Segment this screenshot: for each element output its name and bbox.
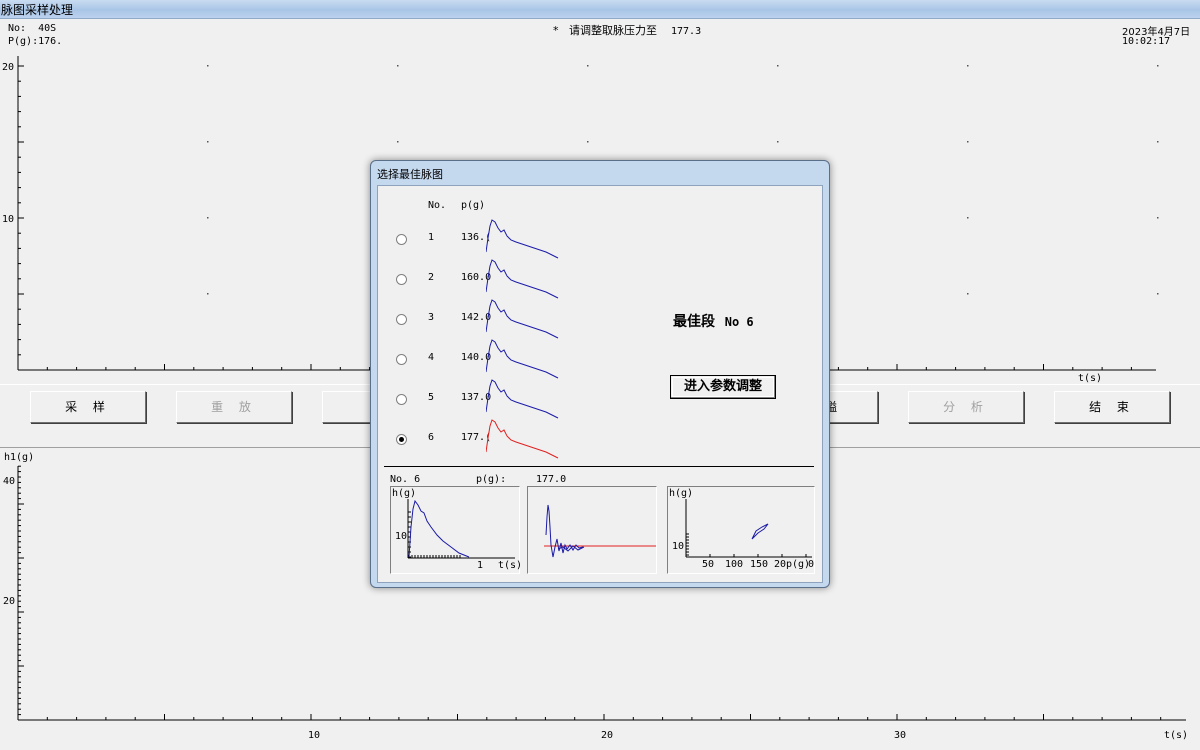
summary-p-value: 177.0	[536, 474, 567, 485]
select-best-pulse-dialog: 选择最佳脉图 No. p(g) 1 136.(2 160.0 3 142.0 4 140.0…	[370, 160, 830, 588]
pulse-trace-3	[486, 299, 559, 339]
segment-radio-6[interactable]	[396, 434, 407, 445]
end-button[interactable]: 结 束	[1054, 391, 1170, 423]
sample-button[interactable]: 采 样	[30, 391, 146, 423]
top-grid-dot	[777, 65, 779, 67]
bottom-xtick-30: 30	[894, 730, 907, 741]
sample-no-label: No:	[8, 23, 27, 34]
sample-no-value: 40S	[38, 23, 57, 34]
message-star: *	[553, 24, 559, 37]
top-grid-dot	[1157, 293, 1159, 295]
top-grid-dot	[967, 141, 969, 143]
top-grid-dot	[207, 217, 209, 219]
top-ytick-20: 20	[2, 62, 15, 73]
bottom-xtick-10: 10	[308, 730, 321, 741]
dialog-title: 选择最佳脉图	[377, 168, 443, 181]
top-grid-dot	[207, 65, 209, 67]
top-grid-dot	[967, 65, 969, 67]
top-xaxis-label: t(s)	[1078, 373, 1103, 384]
segment-no: 6	[428, 432, 435, 443]
segment-radio-4[interactable]	[396, 354, 407, 365]
top-grid-dot	[967, 293, 969, 295]
segment-radio-1[interactable]	[396, 234, 407, 245]
pulse-traces	[486, 219, 559, 459]
bottom-xaxis-label: t(s)	[1164, 730, 1189, 741]
bottom-xtick-20: 20	[601, 730, 614, 741]
pulse-trace-4	[486, 339, 559, 379]
top-grid-dot	[777, 141, 779, 143]
replay-button[interactable]: 重 放	[176, 391, 292, 423]
top-grid-dot	[587, 141, 589, 143]
mini-chart-derivative	[527, 486, 657, 574]
top-grid-dot	[1157, 141, 1159, 143]
top-grid-dot	[967, 217, 969, 219]
pressure-message: * 请调整取脉压力至 177.3	[553, 22, 701, 38]
target-pressure: 177.3	[671, 26, 702, 37]
segment-no: 4	[428, 352, 435, 363]
top-grid-dot	[1157, 65, 1159, 67]
segment-radio-5[interactable]	[396, 394, 407, 405]
top-grid-dot	[587, 65, 589, 67]
enter-parameter-adjust-button[interactable]: 进入参数调整	[670, 375, 776, 399]
dialog-client-area: No. p(g) 1 136.(2 160.0 3 142.0 4 140.0 5 137.0 6…	[377, 185, 823, 583]
best-label-text: 最佳段	[673, 314, 715, 330]
mini-chart-h-t: h(g) 10 1 t(s)	[390, 486, 522, 574]
pulse-trace-2	[486, 259, 559, 299]
segment-no: 1	[428, 232, 435, 243]
summary-p-label: p(g):	[476, 474, 507, 485]
best-segment-label: 最佳段 No 6	[673, 311, 754, 331]
window-titlebar[interactable]: 脉图采样处理	[0, 0, 1200, 19]
top-ytick-10: 10	[2, 214, 15, 225]
bottom-ytick-20: 20	[3, 596, 16, 607]
pulse-trace-1	[486, 219, 559, 259]
mini-chart-h-p: h(g) 10 50 100 150 200 p(g) 0	[667, 486, 815, 574]
segment-no: 2	[428, 272, 435, 283]
dialog-divider	[384, 466, 814, 467]
best-no: No 6	[724, 315, 754, 329]
sample-no: No: 40S	[8, 23, 56, 34]
pressure-readout: P(g):176.	[8, 36, 63, 47]
segment-radio-3[interactable]	[396, 314, 407, 325]
col-p-header: p(g)	[461, 200, 486, 211]
top-grid-dot	[1157, 217, 1159, 219]
top-grid-dot	[397, 141, 399, 143]
top-grid-dot	[207, 293, 209, 295]
top-grid-dot	[207, 141, 209, 143]
pulse-trace-6	[486, 419, 559, 459]
segment-no: 5	[428, 392, 435, 403]
segment-no: 3	[428, 312, 435, 323]
top-grid-dot	[397, 65, 399, 67]
time-label: 10:02:17	[1122, 36, 1171, 47]
summary-no: No. 6	[390, 474, 421, 485]
message-text: 请调整取脉压力至	[569, 24, 657, 37]
analyze-button[interactable]: 分 析	[908, 391, 1024, 423]
bottom-ytick-40: 40	[3, 476, 16, 487]
segment-radio-2[interactable]	[396, 274, 407, 285]
col-no-header: No.	[428, 200, 447, 211]
pulse-trace-5	[486, 379, 559, 419]
window-title: 脉图采样处理	[1, 3, 74, 17]
